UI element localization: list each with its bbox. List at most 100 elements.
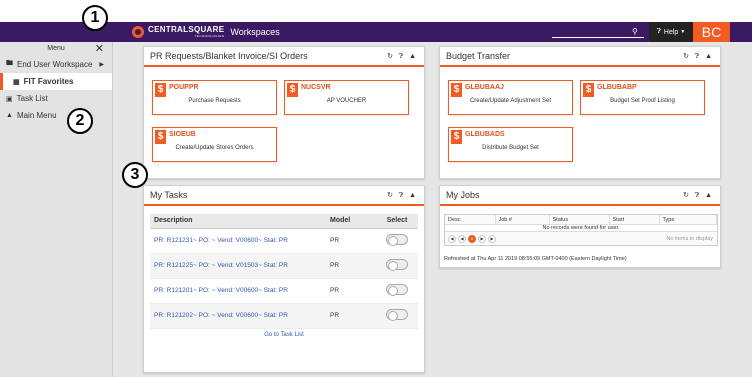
sidebar-item-end-user-workspace[interactable]: 🖿︎ End User Workspace ▶ <box>0 56 112 73</box>
panel-title: Budget Transfer <box>446 51 511 61</box>
panel-tools: ↻ ❓︎ ▲ <box>683 52 714 61</box>
help-icon[interactable]: ❓︎ <box>399 53 405 60</box>
prev-page-icon[interactable]: ◀ <box>458 234 466 243</box>
collapse-icon[interactable]: ▲ <box>409 53 418 60</box>
user-avatar[interactable]: BC <box>693 22 730 42</box>
dollar-icon: $ <box>155 130 166 144</box>
refreshed-timestamp: Refreshed at Thu Apr 11 2019 08:55:09 GM… <box>444 256 627 262</box>
help-icon[interactable]: ❓︎ <box>695 53 701 60</box>
column-header[interactable]: Desc <box>445 215 496 224</box>
collapse-icon[interactable]: ▲ <box>705 192 714 199</box>
column-header[interactable]: Model <box>326 214 376 229</box>
select-toggle[interactable] <box>386 234 408 246</box>
column-header[interactable]: Start <box>609 215 660 224</box>
panel-tools: ↻ ❓︎ ▲ <box>387 191 418 200</box>
task-link[interactable]: PR: R121231~ PO: ~ Vend: V00600~ Stat: P… <box>154 237 288 244</box>
sidebar-item-task-list[interactable]: ▣ Task List <box>0 90 112 107</box>
brand-wordmark: CENTRALSQUARE TECHNOLOGIES <box>148 25 225 39</box>
top-strip <box>0 0 752 22</box>
tile-glbubabp[interactable]: $ GLBUBABP Budget Set Proof Listing <box>580 80 705 115</box>
grid-icon: ▦ <box>13 78 20 86</box>
logo-mark-icon <box>132 25 144 38</box>
refresh-icon[interactable]: ↻ <box>387 192 395 199</box>
column-header[interactable]: Job # <box>495 215 550 224</box>
dollar-icon: $ <box>451 83 462 97</box>
select-toggle[interactable] <box>386 309 408 321</box>
search-input[interactable] <box>552 28 644 38</box>
help-icon[interactable]: ❓︎ <box>695 192 701 199</box>
sitemap-icon: ▲ <box>6 112 13 119</box>
panel-title: PR Requests/Blanket Invoice/SI Orders <box>150 51 308 61</box>
my-tasks-panel: My Tasks ↻ ❓︎ ▲ Description Model Select… <box>143 185 425 373</box>
collapse-icon[interactable]: ▲ <box>705 53 714 60</box>
table-row: PR: R121231~ PO: ~ Vend: V00600~ Stat: P… <box>150 228 418 254</box>
search-icon[interactable]: ⚲ <box>632 27 638 36</box>
brand-name: CENTRALSQUARE <box>148 25 225 34</box>
task-model: PR <box>326 303 376 329</box>
collapse-icon[interactable]: ▲ <box>409 192 418 199</box>
callout-1: 1 <box>82 5 108 31</box>
callout-3: 3 <box>122 162 148 188</box>
callout-2: 2 <box>67 108 93 134</box>
task-link[interactable]: PR: R121202~ PO: ~ Vend: V00600~ Stat: P… <box>154 312 288 319</box>
tile-code: GLBUBAAJ <box>465 84 504 91</box>
refresh-icon[interactable]: ↻ <box>683 53 691 60</box>
task-link[interactable]: PR: R121201~ PO: ~ Vend: V00600~ Stat: P… <box>154 287 288 294</box>
refresh-icon[interactable]: ↻ <box>683 192 691 199</box>
panel-title: My Jobs <box>446 190 480 200</box>
sidebar-item-label: FIT Favorites <box>23 77 74 86</box>
column-header[interactable]: Description <box>150 214 326 229</box>
pr-requests-panel: PR Requests/Blanket Invoice/SI Orders ↻ … <box>143 46 425 179</box>
select-toggle[interactable] <box>386 259 408 271</box>
column-header[interactable]: Status <box>549 215 610 224</box>
sidebar-item-main-menu[interactable]: ▲ Main Menu <box>0 107 112 124</box>
app-name: Workspaces <box>230 26 280 37</box>
sidebar-header: Menu ✕ <box>0 42 112 56</box>
workspace-area: PR Requests/Blanket Invoice/SI Orders ↻ … <box>113 42 752 377</box>
caret-down-icon: ▼ <box>680 29 686 35</box>
sidebar-item-fit-favorites[interactable]: ▦ FIT Favorites <box>0 73 112 90</box>
help-icon[interactable]: ❓︎ <box>399 192 405 199</box>
go-to-task-list-link[interactable]: Go to Task List <box>150 332 418 338</box>
task-model: PR <box>326 278 376 304</box>
sidebar: Menu ✕ 🖿︎ End User Workspace ▶ ▦ FIT Fav… <box>0 42 113 377</box>
column-header[interactable]: Type <box>659 215 717 224</box>
panel-tools: ↻ ❓︎ ▲ <box>387 52 418 61</box>
brand-logo[interactable]: CENTRALSQUARE TECHNOLOGIES Workspaces <box>132 25 280 38</box>
tile-desc: Purchase Requests <box>188 98 241 104</box>
task-link[interactable]: PR: R121225~ PO: ~ Vend: V01503~ Stat: P… <box>154 262 288 269</box>
dollar-icon: $ <box>155 83 166 97</box>
tile-code: GLBUBABP <box>597 84 637 91</box>
tile-sioeub[interactable]: $ SIOEUB Create/Update Stores Orders <box>152 127 277 162</box>
next-page-icon[interactable]: ▶ <box>478 234 486 243</box>
panel-header: Budget Transfer ↻ ❓︎ ▲ <box>440 47 720 67</box>
tile-desc: AP VOUCHER <box>326 98 367 104</box>
panel-header: My Tasks ↻ ❓︎ ▲ <box>144 186 424 206</box>
no-items-label: No items to display <box>666 235 713 242</box>
help-menu[interactable]: ❓︎ Help ▼ <box>649 22 693 42</box>
panel-header: My Jobs ↻ ❓︎ ▲ <box>440 186 720 206</box>
tile-glbubads[interactable]: $ GLBUBADS Distribute Budget Set <box>448 127 573 162</box>
panel-tools: ↻ ❓︎ ▲ <box>683 191 714 200</box>
sidebar-item-label: Task List <box>16 94 48 103</box>
pager: ◀ ◀ 0 ▶ ▶ No items to display <box>445 231 717 245</box>
panel-title: My Tasks <box>150 190 188 200</box>
first-page-icon[interactable]: ◀ <box>448 234 456 243</box>
tile-code: NUCSVR <box>301 84 331 91</box>
tile-code: SIOEUB <box>169 131 196 138</box>
tile-pouppr[interactable]: $ POUPPR Purchase Requests <box>152 80 277 115</box>
current-page[interactable]: 0 <box>468 234 476 243</box>
refresh-icon[interactable]: ↻ <box>387 53 395 60</box>
jobs-table: Desc Job # Status Start Type <box>445 215 717 224</box>
jobs-grid: Desc Job # Status Start Type No records … <box>444 214 718 246</box>
tasks-table-wrap: Description Model Select PR: R121231~ PO… <box>144 206 424 338</box>
no-records-message: No records were found for user. <box>445 224 717 231</box>
tile-nucsvr[interactable]: $ NUCSVR AP VOUCHER <box>284 80 409 115</box>
last-page-icon[interactable]: ▶ <box>488 234 496 243</box>
task-model: PR <box>326 228 376 254</box>
tile-glbubaaj[interactable]: $ GLBUBAAJ Create/Update Adjustment Set <box>448 80 573 115</box>
close-icon[interactable]: ✕ <box>95 42 104 56</box>
dollar-icon: $ <box>451 130 462 144</box>
column-header: Select <box>376 214 418 229</box>
select-toggle[interactable] <box>386 284 408 296</box>
